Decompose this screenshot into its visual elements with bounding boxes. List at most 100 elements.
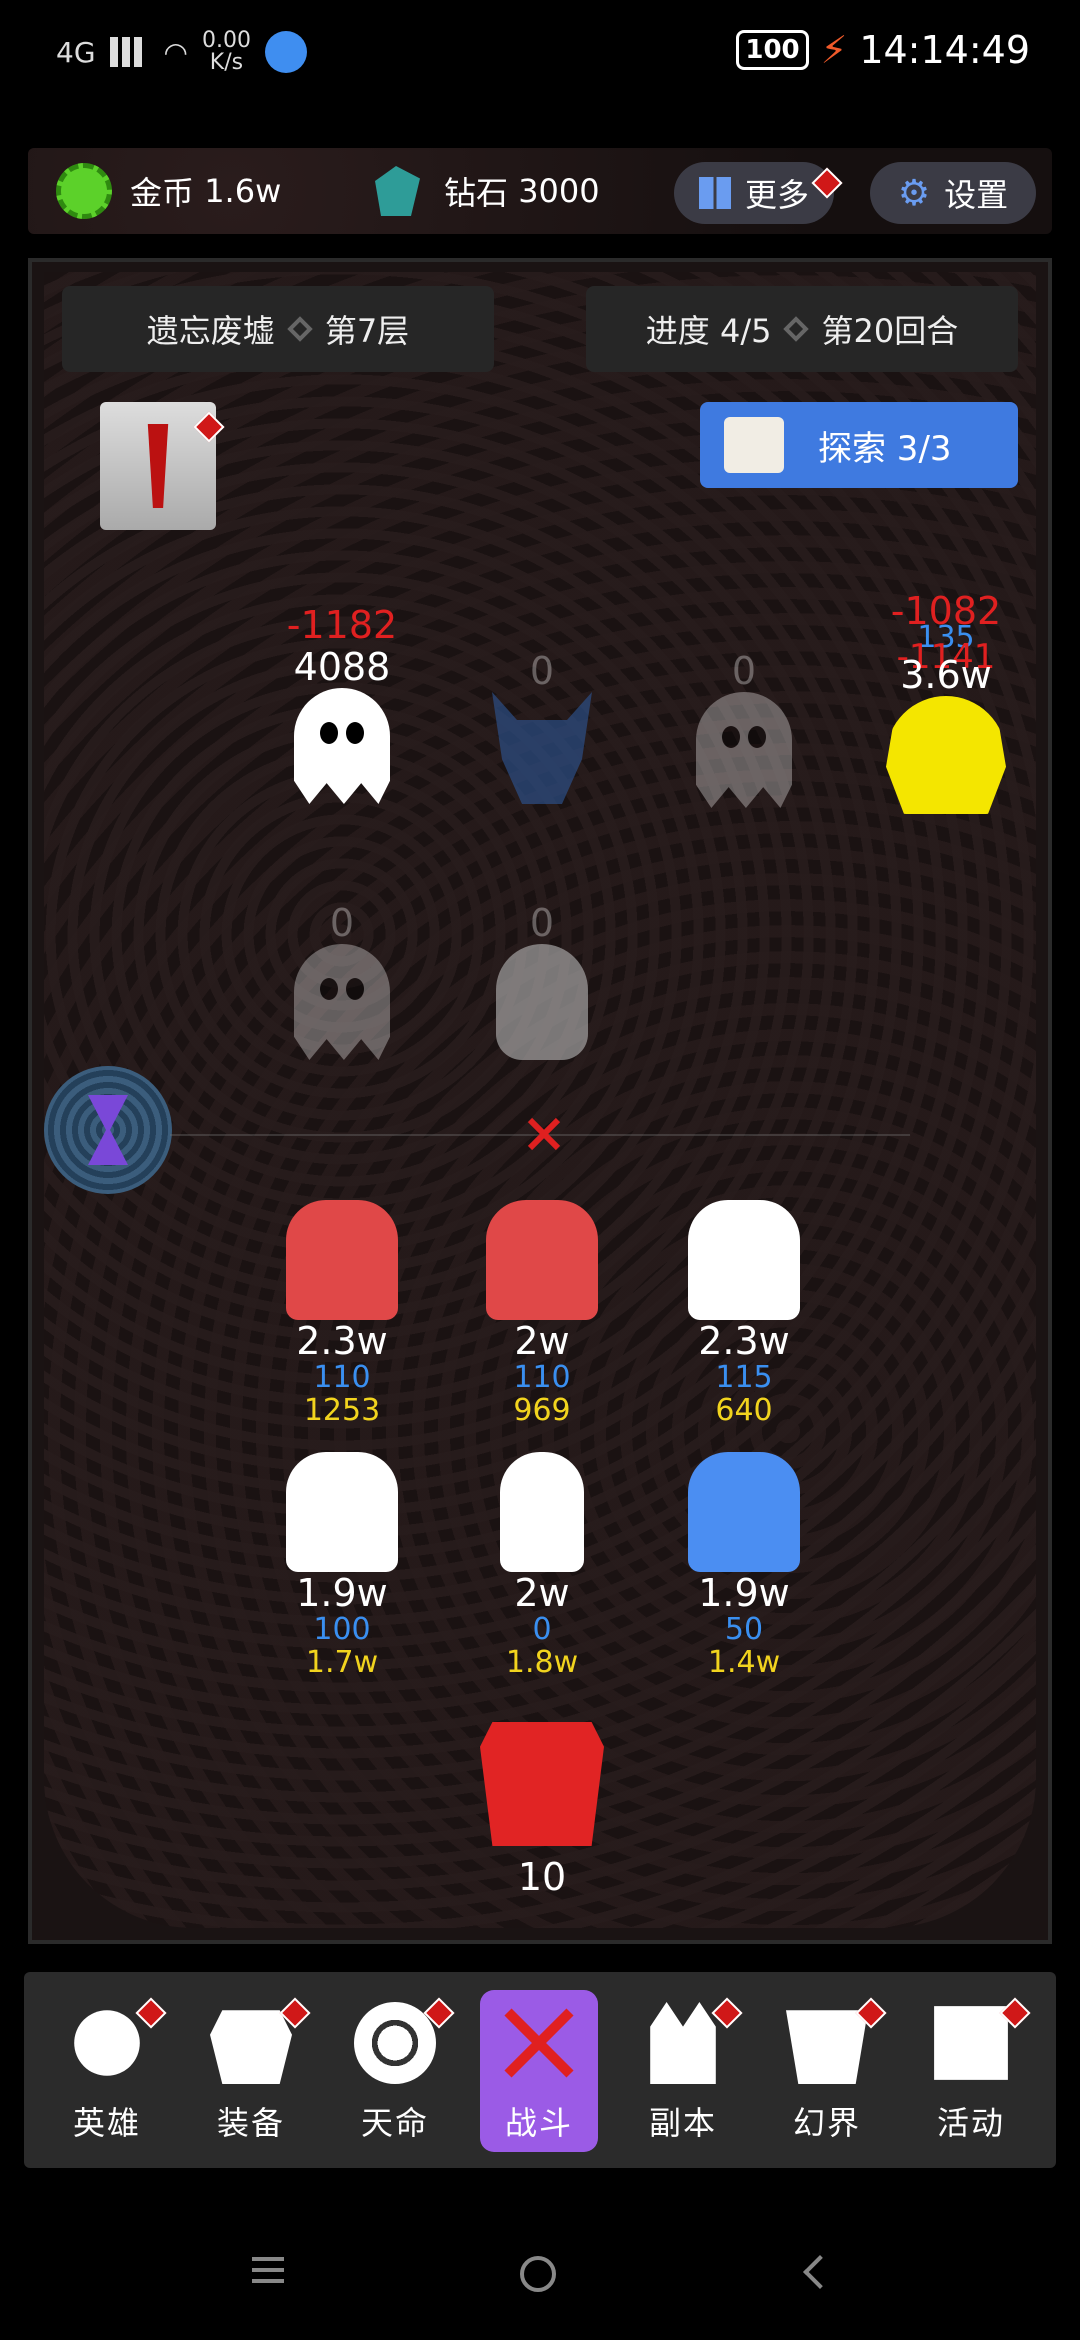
hero-demon[interactable]: 2.3w 110 1253 xyxy=(262,1200,422,1428)
hero-stat-blue: 0 xyxy=(532,1612,552,1647)
more-button[interactable]: 更多 xyxy=(674,162,843,224)
nav-label: 活动 xyxy=(936,2104,1005,2142)
progress-info: 进度 4/5 第20回合 xyxy=(586,286,1018,372)
speed-toggle-button[interactable] xyxy=(44,1066,172,1194)
status-bar: 4G ◠ 0.00 K/s 100 ⚡ 14:14:49 xyxy=(0,0,1080,110)
dungeon-icon xyxy=(650,2002,716,2084)
nav-label: 英雄 xyxy=(72,2104,141,2142)
home-icon xyxy=(520,2256,556,2292)
battery-indicator: 100 xyxy=(736,30,809,70)
enemy-hp: 0 xyxy=(529,649,555,693)
knight-hero-icon xyxy=(688,1200,800,1320)
status-right: 100 ⚡ 14:14:49 xyxy=(736,28,1030,72)
hero-priest[interactable]: 2w 110 969 xyxy=(462,1200,622,1428)
hero-hp: 2.3w xyxy=(698,1319,790,1363)
net-speed-unit: K/s xyxy=(209,50,244,75)
hero-sage[interactable]: 1.9w 100 1.7w xyxy=(262,1452,422,1680)
signal-icon xyxy=(109,37,150,67)
nav-item-fate[interactable]: 天命 xyxy=(336,1990,455,2152)
nav-item-heroes[interactable]: 英雄 xyxy=(48,1990,167,2152)
hero-icon xyxy=(74,2010,140,2076)
enemy-skull[interactable]: 0 xyxy=(462,902,622,1060)
back-icon xyxy=(803,2255,837,2289)
coin-icon xyxy=(56,163,112,219)
diamond-display: 钻石 3000 xyxy=(366,148,600,234)
level-info: 遗忘废墟 第7层 xyxy=(62,286,494,372)
priest-hero-icon xyxy=(486,1200,598,1320)
enemy-helmet[interactable]: 0 xyxy=(462,650,622,804)
damage-number: -1182 xyxy=(286,603,398,647)
diamond-value: 3000 xyxy=(518,172,600,210)
net-speed-value: 0.00 xyxy=(201,28,251,53)
hero-stat-blue: 110 xyxy=(513,1360,571,1395)
floor-label: 第7层 xyxy=(324,312,410,350)
demon-totem-icon xyxy=(480,1722,604,1846)
settings-label: 设置 xyxy=(944,176,1009,214)
nav-label: 战斗 xyxy=(504,2104,573,2142)
more-notification-dot xyxy=(811,167,843,199)
home-button[interactable] xyxy=(520,2240,560,2300)
battle-icon xyxy=(504,2008,574,2078)
nav-label: 天命 xyxy=(360,2104,429,2142)
hero-stat-blue: 100 xyxy=(313,1612,371,1647)
crossed-swords-icon xyxy=(527,1117,561,1151)
fate-icon xyxy=(354,2002,436,2084)
resource-bar: 金币 1.6w 钻石 3000 更多 ⚙ 设置 xyxy=(28,148,1052,234)
back-button[interactable] xyxy=(796,2240,837,2300)
coin-label: 金币 xyxy=(130,174,195,212)
separator-diamond-icon xyxy=(783,316,810,342)
hero-stat-yellow: 1.8w xyxy=(505,1645,579,1680)
sage-hero-icon xyxy=(286,1452,398,1572)
diamond-icon xyxy=(375,166,420,216)
nav-item-events[interactable]: 活动 xyxy=(912,1990,1031,2152)
nav-item-battle[interactable]: 战斗 xyxy=(480,1990,598,2152)
hourglass-icon xyxy=(88,1095,128,1165)
enemy-ghost-3[interactable]: 0 xyxy=(262,902,422,1060)
torch-item-button[interactable] xyxy=(100,402,225,530)
coin-display: 金币 1.6w xyxy=(56,148,281,234)
witch-hero-icon xyxy=(688,1452,800,1572)
message-app-icon xyxy=(264,31,307,73)
enemy-ghost-1[interactable]: -1182 4088 xyxy=(262,604,422,804)
enemy-ghost-2[interactable]: 0 xyxy=(664,650,824,808)
hero-hp: 1.9w xyxy=(698,1571,790,1615)
armor-icon xyxy=(210,2010,292,2084)
nav-item-dungeon[interactable]: 副本 xyxy=(624,1990,743,2152)
hero-stat-blue: 110 xyxy=(313,1360,371,1395)
net-speed: 0.00 K/s xyxy=(202,30,251,74)
coin-value: 1.6w xyxy=(204,172,282,210)
hero-stat-yellow: 1.4w xyxy=(707,1645,781,1680)
nav-label: 副本 xyxy=(648,2104,717,2142)
hero-witch[interactable]: 1.9w 50 1.4w xyxy=(664,1452,824,1680)
hero-hp: 2.3w xyxy=(296,1319,388,1363)
hero-stat-blue: 50 xyxy=(724,1612,764,1647)
status-left: 4G ◠ 0.00 K/s xyxy=(56,30,307,74)
nav-item-realm[interactable]: 幻界 xyxy=(768,1990,887,2152)
menu-icon xyxy=(252,2257,284,2283)
boss-value: 10 xyxy=(517,1855,567,1899)
hero-stat-yellow: 640 xyxy=(715,1393,773,1428)
settings-button[interactable]: ⚙ 设置 xyxy=(870,162,1036,224)
ghost-icon xyxy=(294,688,390,804)
network-indicator: 4G xyxy=(56,35,96,69)
nav-item-equipment[interactable]: 装备 xyxy=(192,1990,311,2152)
hero-stat-blue: 115 xyxy=(715,1360,773,1395)
enemy-hp: 4088 xyxy=(293,645,391,689)
wifi-icon: ◠ xyxy=(163,35,188,69)
hero-knight[interactable]: 2.3w 115 640 xyxy=(664,1200,824,1428)
hero-stat-yellow: 1253 xyxy=(303,1393,381,1428)
hero-cyborg[interactable]: 2w 0 1.8w xyxy=(462,1452,622,1680)
explore-button[interactable]: 探索 3/3 xyxy=(700,402,1018,488)
boss-totem[interactable]: 10 xyxy=(462,1722,622,1898)
gear-icon: ⚙ xyxy=(897,172,931,214)
cyborg-hero-icon xyxy=(500,1452,584,1572)
torch-icon xyxy=(147,424,169,508)
cthulhu-icon xyxy=(886,696,1006,814)
demon-hero-icon xyxy=(286,1200,398,1320)
enemy-cthulhu[interactable]: -1082 135 -1141 3.6w xyxy=(866,590,1026,814)
progress-label: 进度 4/5 xyxy=(645,312,772,350)
menu-button[interactable] xyxy=(252,2240,292,2300)
clock: 14:14:49 xyxy=(859,28,1030,72)
nav-label: 装备 xyxy=(216,2104,285,2142)
diamond-label: 钻石 xyxy=(444,174,509,212)
